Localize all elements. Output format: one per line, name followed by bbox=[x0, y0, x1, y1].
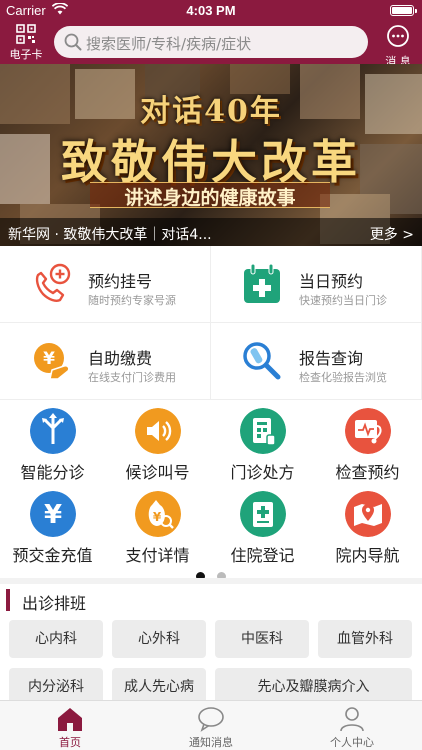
service-exam-booking[interactable]: 检查预约 bbox=[315, 402, 420, 488]
banner-subheadline: 讲述身边的健康故事 bbox=[90, 182, 330, 209]
speaker-icon bbox=[135, 408, 181, 454]
department-chip[interactable]: 血管外科 bbox=[318, 620, 412, 658]
service-label: 检查预约 bbox=[335, 463, 400, 482]
quick-action-title: 当日预约 bbox=[299, 272, 364, 291]
magnifier-testtube-icon bbox=[243, 342, 281, 380]
quick-action-self-pay[interactable]: ¥ 自助缴费 在线支付门诊费用 bbox=[0, 323, 211, 400]
service-label: 预交金充值 bbox=[12, 546, 93, 565]
quick-action-subtitle: 在线支付门诊费用 bbox=[88, 371, 176, 384]
section-accent-bar bbox=[6, 589, 10, 611]
e-card-label: 电子卡 bbox=[9, 48, 43, 61]
tab-label: 首页 bbox=[59, 736, 81, 749]
banner-caption-bar: 新华网 · 致敬伟大改革｜对话4... 更多 > bbox=[0, 218, 422, 246]
service-queue-call[interactable]: 候诊叫号 bbox=[105, 402, 210, 488]
tab-label: 个人中心 bbox=[330, 736, 374, 749]
banner-headline-small: 对话40年 bbox=[140, 94, 282, 129]
service-inpatient-registration[interactable]: 住院登记 bbox=[210, 485, 315, 571]
yen-coin-hand-icon: ¥ bbox=[34, 343, 70, 380]
search-input[interactable]: 搜索医师/专科/疾病/症状 bbox=[54, 26, 368, 58]
tab-notifications[interactable]: 通知消息 bbox=[141, 701, 281, 750]
schedule-title: 出诊排班 bbox=[22, 594, 87, 613]
quick-action-same-day[interactable]: 当日预约 快速预约当日门诊 bbox=[211, 246, 422, 323]
service-smart-triage[interactable]: 智能分诊 bbox=[0, 402, 105, 488]
search-placeholder: 搜索医师/专科/疾病/症状 bbox=[86, 35, 252, 53]
map-pin-icon bbox=[345, 491, 391, 537]
service-label: 住院登记 bbox=[230, 546, 295, 565]
quick-action-title: 预约挂号 bbox=[88, 272, 153, 291]
quick-action-title: 报告查询 bbox=[299, 349, 364, 368]
news-banner[interactable]: 对话40年 致敬伟大改革 讲述身边的健康故事 新华网 · 致敬伟大改革｜对话4.… bbox=[0, 64, 422, 246]
tab-home[interactable]: 首页 bbox=[0, 701, 140, 750]
quick-action-appointment[interactable]: 预约挂号 随时预约专家号源 bbox=[0, 246, 211, 323]
quick-actions: 预约挂号 随时预约专家号源 当日预约 快速预约当日门诊 ¥ 自助缴费 在线支付门… bbox=[0, 246, 422, 400]
qr-code-icon bbox=[16, 24, 36, 44]
service-prescription[interactable]: 门诊处方 bbox=[210, 402, 315, 488]
service-hospital-navigation[interactable]: 院内导航 bbox=[315, 485, 420, 571]
message-bubble-icon bbox=[387, 25, 409, 47]
service-label: 支付详情 bbox=[125, 546, 190, 565]
chat-bubble-icon bbox=[198, 707, 224, 732]
phone-plus-icon bbox=[35, 263, 71, 302]
services-grid: 智能分诊 候诊叫号 门诊处方 检查预约 ¥ 预交金充值 ¥ 支付详情 住院登记 … bbox=[0, 402, 422, 582]
calendar-cross-icon bbox=[244, 263, 280, 303]
quick-action-subtitle: 检查化验报告浏览 bbox=[299, 371, 387, 384]
service-label: 候诊叫号 bbox=[125, 463, 190, 482]
svg-text:¥: ¥ bbox=[44, 500, 62, 530]
triage-arrows-icon bbox=[30, 408, 76, 454]
quick-action-report[interactable]: 报告查询 检查化验报告浏览 bbox=[211, 323, 422, 400]
quick-action-subtitle: 快速预约当日门诊 bbox=[299, 294, 387, 307]
home-icon bbox=[58, 708, 82, 731]
yen-icon: ¥ bbox=[30, 491, 76, 537]
top-bar: Carrier 4:03 PM 电子卡 搜索医师/专科/疾病/症状 消 息 bbox=[0, 0, 422, 68]
heart-monitor-icon bbox=[345, 408, 391, 454]
page-indicator[interactable] bbox=[0, 566, 422, 581]
status-bar: Carrier 4:03 PM bbox=[0, 0, 422, 20]
tab-label: 通知消息 bbox=[189, 736, 233, 749]
battery-icon bbox=[390, 5, 417, 16]
service-payment-details[interactable]: ¥ 支付详情 bbox=[105, 485, 210, 571]
service-label: 门诊处方 bbox=[230, 463, 295, 482]
messages-button[interactable]: 消 息 bbox=[378, 24, 418, 68]
svg-text:¥: ¥ bbox=[43, 349, 55, 369]
banner-caption: 新华网 · 致敬伟大改革｜对话4... bbox=[8, 227, 212, 243]
clock: 4:03 PM bbox=[186, 3, 236, 18]
tab-profile[interactable]: 个人中心 bbox=[282, 701, 422, 750]
quick-action-subtitle: 随时预约专家号源 bbox=[88, 294, 176, 307]
prescription-icon bbox=[240, 408, 286, 454]
department-chip[interactable]: 心外科 bbox=[112, 620, 206, 658]
more-news-link[interactable]: 更多 > bbox=[370, 224, 414, 244]
person-icon bbox=[340, 707, 364, 732]
money-bag-icon: ¥ bbox=[135, 491, 181, 537]
section-divider bbox=[0, 578, 422, 584]
department-chip[interactable]: 心内科 bbox=[9, 620, 103, 658]
e-card-button[interactable]: 电子卡 bbox=[6, 24, 46, 62]
service-label: 智能分诊 bbox=[20, 463, 85, 482]
department-chip[interactable]: 中医科 bbox=[215, 620, 309, 658]
service-deposit-topup[interactable]: ¥ 预交金充值 bbox=[0, 485, 105, 571]
bottom-tab-bar: 首页 通知消息 个人中心 bbox=[0, 700, 422, 750]
quick-action-title: 自助缴费 bbox=[88, 349, 153, 368]
search-icon bbox=[64, 33, 82, 51]
inpatient-form-icon bbox=[240, 491, 286, 537]
service-label: 院内导航 bbox=[335, 546, 400, 565]
